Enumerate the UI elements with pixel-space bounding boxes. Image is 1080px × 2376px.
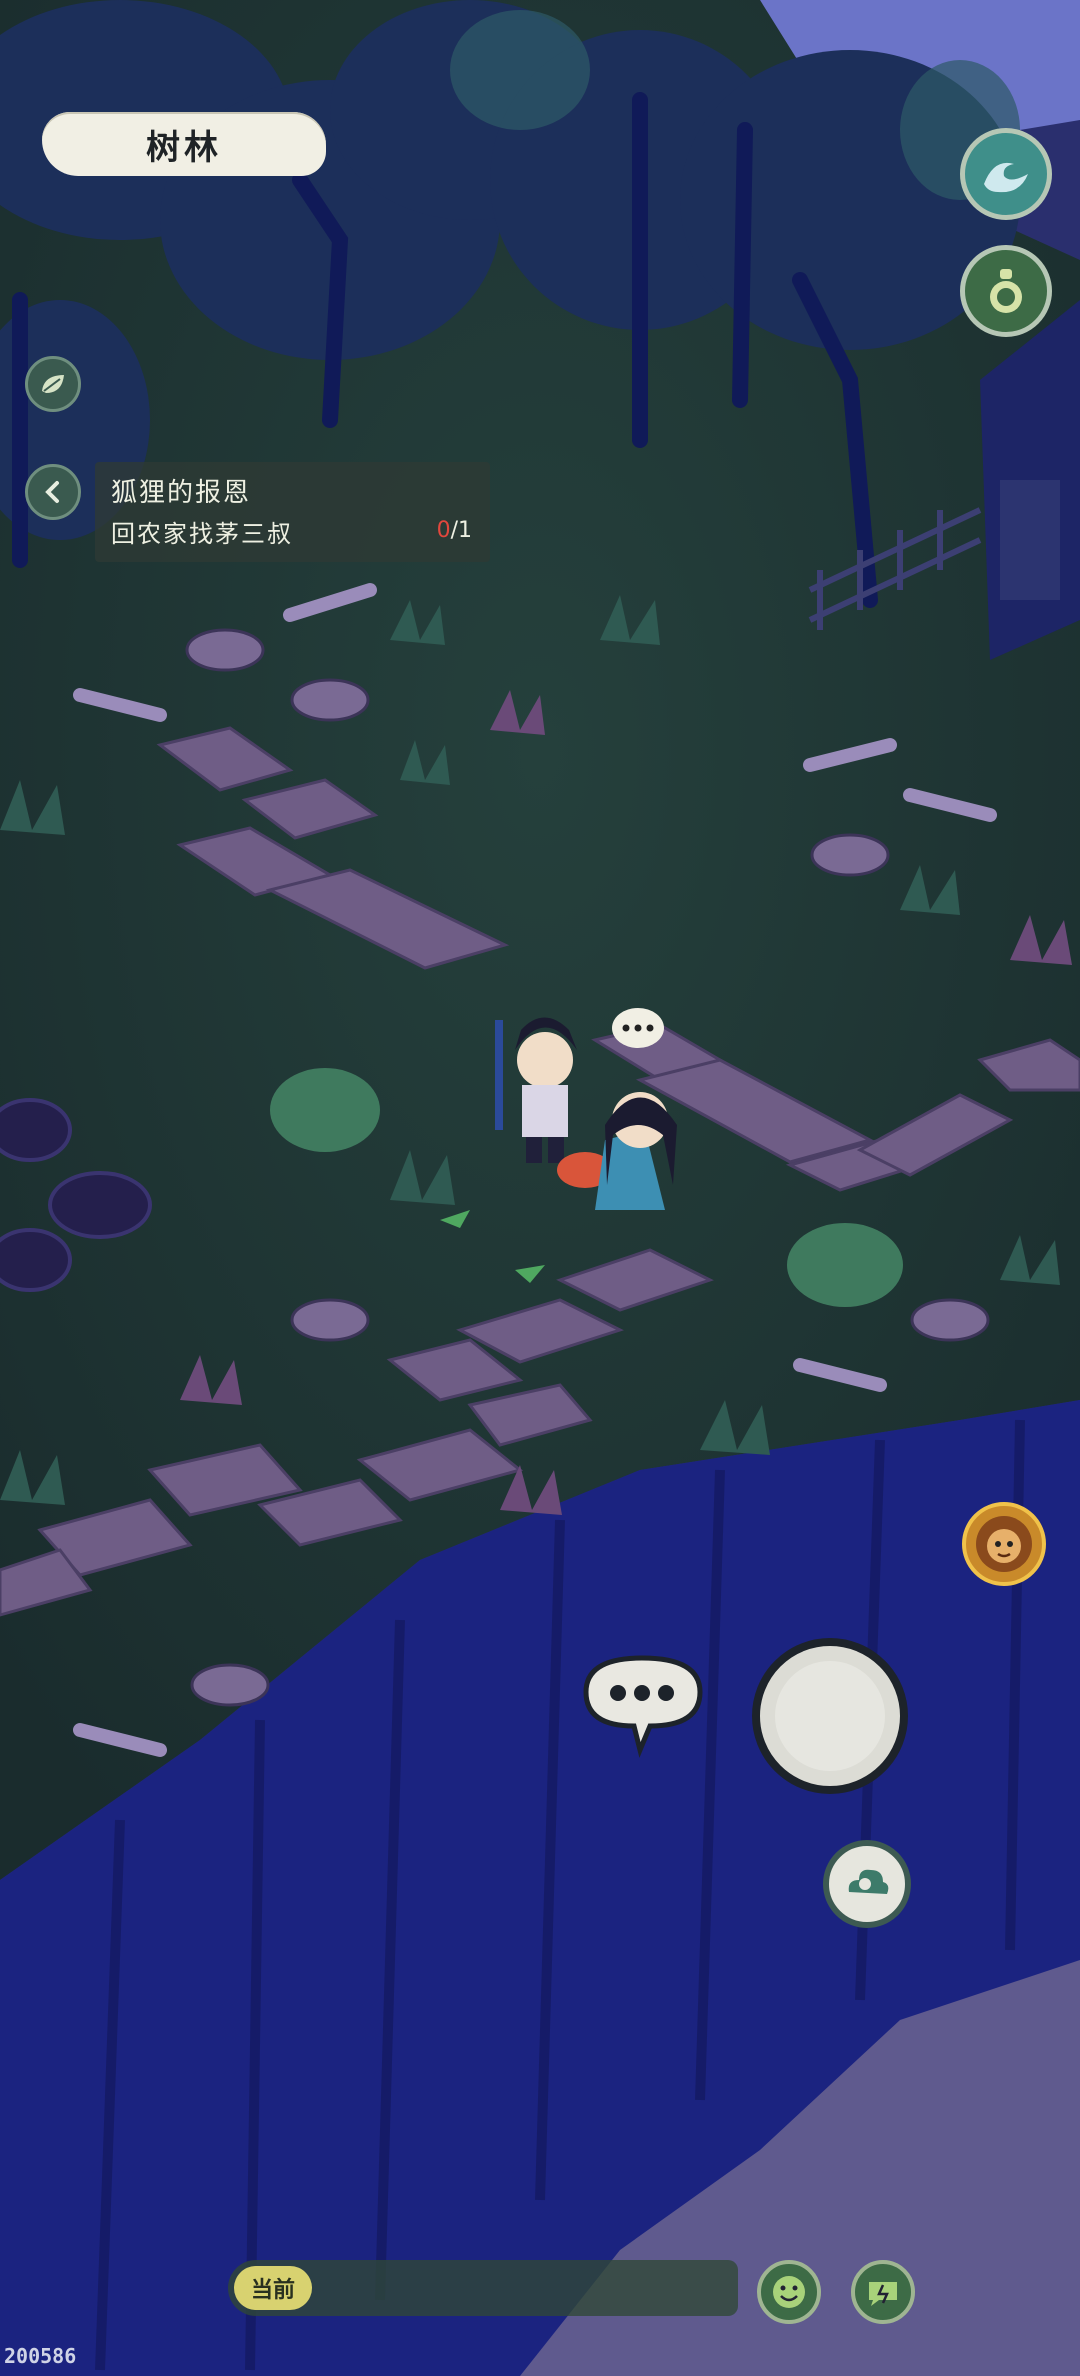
joystick-icon [775, 1661, 885, 1771]
chat-bar[interactable]: 当前 [228, 2260, 738, 2316]
game-scene [0, 0, 1080, 2376]
chat-button[interactable] [576, 1650, 710, 1762]
quick-message-button[interactable] [851, 2260, 915, 2324]
quest-progress: 0/1 [437, 518, 472, 543]
quest-progress-total: /1 [450, 518, 472, 543]
chat-dots-icon [583, 1655, 703, 1758]
version-label: 200586 [4, 2344, 77, 2368]
quick-message-icon [869, 2282, 897, 2306]
wave-skill-button[interactable] [960, 128, 1052, 220]
character-avatar-button[interactable] [962, 1502, 1046, 1586]
quest-collapse-button[interactable] [25, 464, 81, 520]
lion-avatar-icon [976, 1516, 1032, 1572]
location-plate: 树林 [42, 112, 326, 176]
quest-title: 狐狸的报恩 [111, 478, 252, 508]
action-joystick[interactable] [752, 1638, 908, 1794]
cloud-swirl-icon [848, 1869, 889, 1894]
wave-icon [984, 162, 1028, 193]
location-name: 树林 [146, 127, 222, 168]
leaf-button[interactable] [25, 356, 81, 412]
quest-tracker[interactable]: 狐狸的报恩 回农家找茅三叔 0/1 [95, 462, 490, 562]
emoji-button[interactable] [757, 2260, 821, 2324]
cloud-skill-button[interactable] [823, 1840, 911, 1928]
channel-current-tag[interactable]: 当前 [234, 2266, 312, 2310]
smile-icon [773, 2276, 805, 2308]
quest-task: 回农家找茅三叔 [111, 520, 293, 548]
chevron-left-icon [45, 481, 59, 503]
quest-progress-current: 0 [436, 518, 451, 543]
npc-speech-bubble-icon [612, 1008, 664, 1048]
gourd-icon [990, 269, 1022, 313]
gourd-button[interactable] [960, 245, 1052, 337]
leaf-icon [42, 375, 64, 393]
